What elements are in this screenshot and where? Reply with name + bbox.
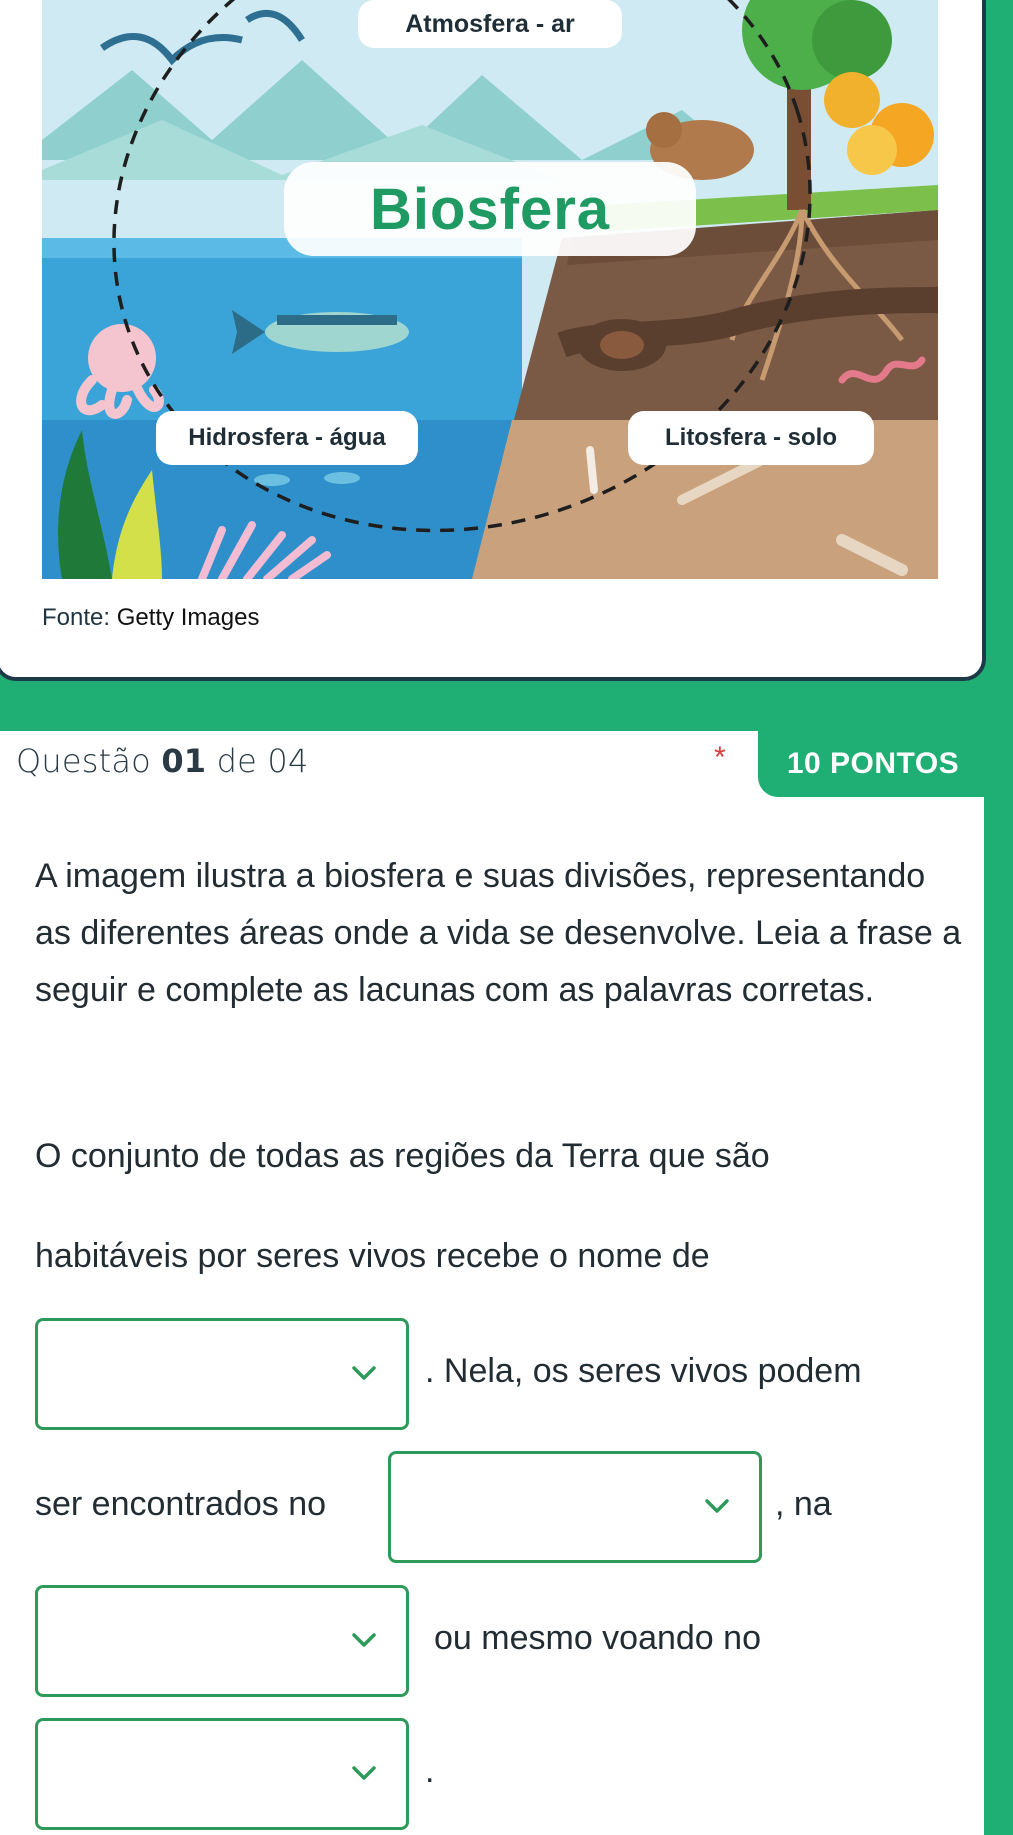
chevron-down-icon bbox=[352, 1633, 376, 1647]
required-mark: * bbox=[714, 741, 726, 774]
label-litosfera-text: Litosfera - solo bbox=[664, 424, 838, 451]
dropdown-blank-4[interactable] bbox=[35, 1718, 409, 1830]
sentence-part-3: . Nela, os seres vivos podem bbox=[425, 1352, 862, 1390]
label-atmosfera-text: Atmosfera - ar bbox=[405, 9, 575, 38]
chevron-down-icon bbox=[352, 1766, 376, 1780]
question-total: de 04 bbox=[216, 742, 309, 780]
label-litosfera: Litosfera - solo bbox=[628, 411, 874, 465]
sentence-part-6: ou mesmo voando no bbox=[434, 1619, 761, 1657]
question-number: 01 bbox=[161, 742, 207, 780]
question-label: Questão bbox=[16, 742, 151, 780]
sentence-part-5: , na bbox=[775, 1485, 832, 1523]
question-header: Questão 01 de 04 bbox=[16, 742, 309, 780]
chevron-down-icon bbox=[705, 1499, 729, 1513]
points-badge: 10 PONTOS bbox=[758, 731, 988, 797]
sentence-part-7: . bbox=[425, 1752, 435, 1790]
label-atmosfera: Atmosfera - ar bbox=[358, 0, 622, 48]
label-hidrosfera: Hidrosfera - água bbox=[156, 411, 418, 465]
dropdown-blank-1[interactable] bbox=[35, 1318, 409, 1430]
biosphere-illustration bbox=[42, 0, 938, 579]
figure-source: Fonte: Getty Images bbox=[42, 604, 259, 632]
source-name: Getty Images bbox=[116, 604, 260, 631]
sentence-part-2: habitáveis por seres vivos recebe o nome… bbox=[35, 1237, 710, 1275]
points-label: 10 PONTOS bbox=[786, 747, 960, 780]
sentence-part-1: O conjunto de todas as regiões da Terra … bbox=[35, 1137, 770, 1175]
label-biosfera: Biosfera bbox=[284, 162, 696, 256]
question-statement: A imagem ilustra a biosfera e suas divis… bbox=[35, 857, 962, 1009]
label-biosfera-text: Biosfera bbox=[369, 176, 611, 242]
sentence-part-4: ser encontrados no bbox=[35, 1485, 327, 1523]
dropdown-blank-2[interactable] bbox=[388, 1451, 762, 1563]
chevron-down-icon bbox=[352, 1366, 376, 1380]
label-hidrosfera-text: Hidrosfera - água bbox=[188, 424, 386, 451]
source-prefix: Fonte: bbox=[42, 604, 111, 631]
dropdown-blank-3[interactable] bbox=[35, 1585, 409, 1697]
